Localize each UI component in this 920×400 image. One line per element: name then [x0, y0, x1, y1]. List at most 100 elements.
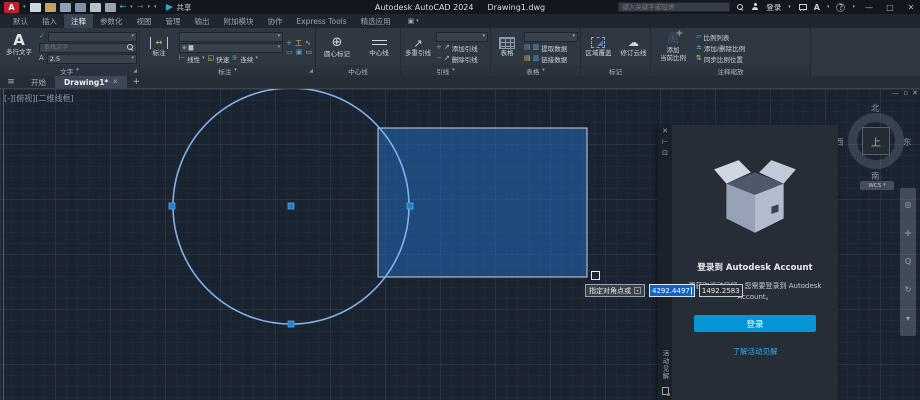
linear-dim-button[interactable]: ⊢线性▾: [179, 54, 205, 64]
redo-icon[interactable]: →: [137, 3, 144, 11]
undo-caret-icon[interactable]: ▾: [130, 5, 133, 10]
palette-close-icon[interactable]: ✕: [662, 128, 668, 135]
ribbon-collapse-button[interactable]: ▣▾: [408, 14, 419, 28]
dim-layer-dropdown[interactable]: ◈▆▾: [179, 43, 283, 53]
save-icon[interactable]: [60, 3, 71, 12]
panel-leader-label[interactable]: 引线▾: [401, 65, 490, 76]
add-leader-button[interactable]: +↗添加引线: [436, 43, 478, 53]
dim-tolerance-icon[interactable]: ▭: [286, 49, 293, 56]
grip-point[interactable]: [407, 203, 413, 209]
spellcheck-icon[interactable]: ✓: [39, 33, 45, 40]
minimize-button[interactable]: —: [862, 3, 876, 12]
nav-more-icon[interactable]: ▾: [906, 315, 910, 323]
panel-text-label[interactable]: 文字▾: [0, 65, 139, 76]
coord-x-input[interactable]: 4292.4497: [649, 284, 695, 297]
viewcube-top-face[interactable]: 上: [862, 127, 890, 155]
autodesk-caret-icon[interactable]: ▾: [827, 5, 830, 10]
sync-scale-positions-button[interactable]: ⇅同步比例位置: [696, 54, 743, 64]
panel-annotation-scaling-label[interactable]: 注释缩放: [651, 65, 810, 76]
signin-button[interactable]: 登录: [694, 315, 816, 332]
undo-icon[interactable]: ←: [120, 3, 127, 11]
extract-data-button[interactable]: ▤▥提取数据: [524, 43, 567, 53]
scale-list-button[interactable]: ▱比例列表: [696, 32, 729, 42]
autodesk-app-icon[interactable]: A: [814, 3, 820, 12]
wcs-dropdown[interactable]: WCS▾: [860, 181, 894, 190]
autocad-logo-icon[interactable]: A: [4, 2, 19, 13]
panel-dimension-label[interactable]: 标注▾: [140, 65, 315, 76]
remove-leader-button[interactable]: −↗删除引线: [436, 54, 478, 64]
add-delete-scales-button[interactable]: ±添加/删除比例: [696, 43, 745, 53]
tab-parametric[interactable]: 参数化: [93, 14, 130, 28]
center-mark-button[interactable]: ⊕ 圆心标记: [319, 30, 355, 65]
panel-table-label[interactable]: 表格▾: [491, 65, 580, 76]
help-search-input[interactable]: [622, 3, 726, 11]
grip-point[interactable]: [288, 321, 294, 327]
centerline-button[interactable]: 中心线: [361, 30, 397, 65]
grip-point[interactable]: [288, 203, 294, 209]
dim-inspect-icon[interactable]: ▭: [305, 49, 312, 56]
tab-drawing1[interactable]: Drawing1* ✕: [55, 76, 127, 88]
dim-style-dropdown[interactable]: ▾: [179, 32, 283, 42]
multileader-button[interactable]: ↗ 多重引线: [403, 30, 433, 65]
mleader-style-dropdown[interactable]: ▾: [436, 32, 488, 42]
tab-manage[interactable]: 管理: [159, 14, 188, 28]
nav-wheel-icon[interactable]: ◎: [905, 201, 912, 209]
drawing-canvas[interactable]: [-][俯视][二维线框] — ▫ ✕ 指定对角点或 ▾ 4292.4497 1…: [0, 89, 920, 400]
learn-insights-link[interactable]: 了解活动见解: [733, 346, 778, 357]
new-drawing-tab-button[interactable]: +: [127, 76, 145, 88]
user-icon[interactable]: [751, 3, 759, 11]
coord-y-input[interactable]: 1492.2583: [699, 284, 743, 297]
doc-close-icon[interactable]: ✕: [912, 89, 918, 97]
palette-properties-icon[interactable]: ⊡: [662, 150, 668, 157]
doc-minimize-icon[interactable]: —: [892, 89, 899, 97]
nav-pan-icon[interactable]: ✛: [905, 230, 912, 238]
dim-adjust-space-icon[interactable]: 工: [295, 40, 302, 47]
signin-menu-label[interactable]: 登录: [766, 2, 781, 13]
dimension-button[interactable]: ↔ 标注: [142, 30, 176, 65]
find-text-search-icon[interactable]: [127, 44, 134, 51]
tab-express-tools[interactable]: Express Tools: [290, 14, 354, 28]
tab-annotate[interactable]: 注释: [64, 14, 93, 28]
store-cart-icon[interactable]: [798, 3, 807, 11]
tab-view[interactable]: 视图: [130, 14, 159, 28]
add-current-scale-button[interactable]: A 添加 当前比例: [653, 30, 693, 65]
find-text-input[interactable]: [42, 43, 125, 52]
tab-close-icon[interactable]: ✕: [112, 78, 118, 86]
viewcube-east-label[interactable]: 东: [903, 136, 912, 148]
tab-featured-apps[interactable]: 精选应用: [354, 14, 398, 28]
close-button[interactable]: ✕: [904, 3, 918, 12]
nav-orbit-icon[interactable]: ↻: [905, 286, 912, 294]
panel-markup-label[interactable]: 标记: [581, 65, 650, 76]
tab-insert[interactable]: 插入: [35, 14, 64, 28]
app-menu-caret-icon[interactable]: ▾: [23, 5, 26, 10]
dim-jog-line-icon[interactable]: ∿: [305, 40, 311, 47]
help-search-box[interactable]: [618, 2, 730, 12]
grip-points[interactable]: [169, 203, 413, 327]
help-icon[interactable]: ?: [836, 3, 845, 12]
help-caret-icon[interactable]: ▾: [852, 5, 855, 10]
save-as-icon[interactable]: [75, 3, 86, 12]
share-button[interactable]: 共享: [166, 2, 191, 13]
signin-caret-icon[interactable]: ▾: [788, 5, 791, 10]
doc-restore-icon[interactable]: ▫: [903, 89, 908, 97]
redo-caret-icon[interactable]: ▾: [147, 5, 150, 10]
tab-start[interactable]: 开始: [22, 76, 55, 88]
mtext-button[interactable]: A 多行文字 ▾: [2, 30, 36, 65]
text-dialog-launcher-icon[interactable]: ◢: [133, 69, 137, 74]
text-style-dropdown[interactable]: ▾: [48, 32, 137, 42]
viewcube-north-label[interactable]: 北: [871, 102, 880, 114]
tab-default[interactable]: 默认: [6, 14, 35, 28]
viewport-controls[interactable]: [-][俯视][二维线框]: [4, 93, 74, 104]
panel-centerline-label[interactable]: 中心线: [316, 65, 400, 76]
search-icon[interactable]: [737, 4, 744, 11]
continue-dim-button[interactable]: ⊪连续▾: [232, 54, 258, 64]
tab-collaborate[interactable]: 协作: [261, 14, 290, 28]
table-style-dropdown[interactable]: ▾: [524, 32, 578, 42]
dim-center-icon[interactable]: ▣: [296, 49, 303, 56]
qat-customize-icon[interactable]: ▾: [154, 5, 157, 10]
dim-break-icon[interactable]: +: [286, 40, 292, 47]
find-text-box[interactable]: [39, 43, 137, 53]
open-from-web-icon[interactable]: [90, 3, 101, 12]
quick-dim-button[interactable]: ◱快速: [208, 54, 230, 64]
palette-autohide-icon[interactable]: ⊢: [662, 139, 668, 146]
